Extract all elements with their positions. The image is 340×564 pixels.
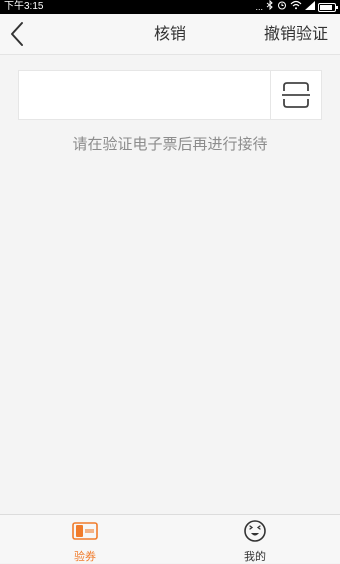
- scan-button[interactable]: [271, 71, 321, 119]
- bluetooth-icon: [266, 0, 274, 14]
- verify-hint-text: 请在验证电子票后再进行接待: [72, 135, 268, 153]
- scan-icon: [282, 82, 310, 108]
- smiley-icon: [244, 520, 266, 542]
- status-bar: 下午3:15 ...: [0, 0, 340, 14]
- revoke-verify-button[interactable]: 撤销验证: [264, 14, 328, 54]
- tab-bar: 验券 我的: [0, 514, 340, 563]
- status-time: 下午3:15: [4, 1, 44, 12]
- nav-bar: 核销 撤销验证: [0, 14, 340, 55]
- ticket-code-input[interactable]: [19, 71, 269, 119]
- battery-icon: [318, 2, 338, 12]
- status-icons: ...: [255, 0, 338, 14]
- alarm-icon: [277, 0, 287, 14]
- ticket-icon: [72, 522, 98, 540]
- tab-verify[interactable]: 验券: [0, 515, 170, 563]
- wifi-icon: [290, 0, 302, 14]
- cellular-icon: [305, 0, 315, 14]
- tab-mine[interactable]: 我的: [170, 515, 340, 563]
- signal-dots: ...: [255, 2, 263, 12]
- battery-level: [320, 4, 332, 10]
- ticket-input-box: [18, 70, 322, 120]
